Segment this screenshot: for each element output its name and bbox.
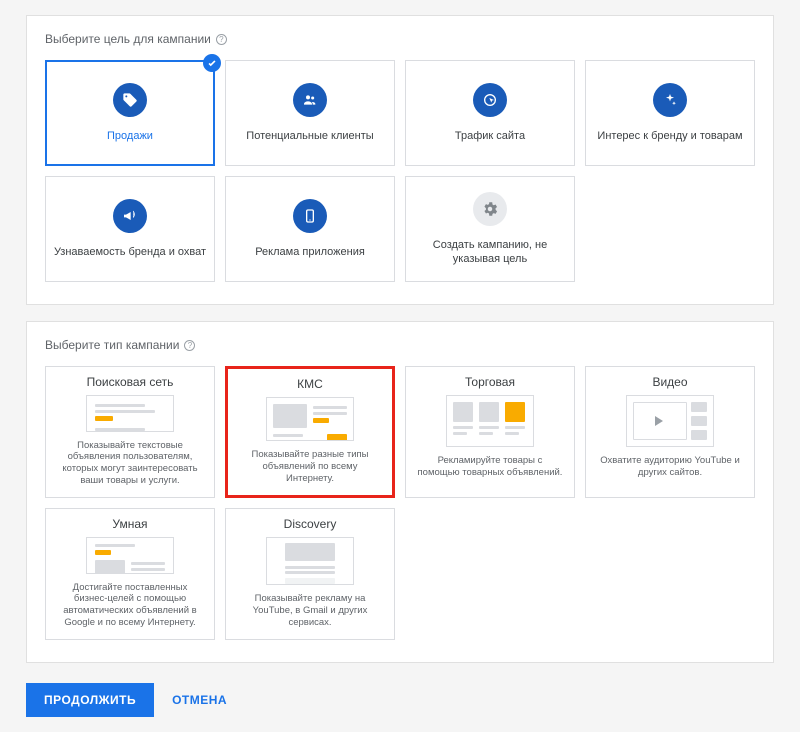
- help-icon[interactable]: ?: [184, 340, 195, 351]
- goal-label: Интерес к бренду и товарам: [597, 129, 742, 143]
- type-thumbnail: [86, 537, 174, 573]
- goal-card[interactable]: Продажи: [45, 60, 215, 166]
- goal-label: Создать кампанию, не указывая цель: [412, 238, 568, 267]
- types-title-text: Выберите тип кампании: [45, 338, 179, 352]
- megaphone-icon: [113, 199, 147, 233]
- type-title: Торговая: [465, 375, 515, 389]
- app-icon: [293, 199, 327, 233]
- gear-icon: [473, 192, 507, 226]
- campaign-type-card[interactable]: Умная Достигайте поставленных бизнес-целе…: [45, 508, 215, 640]
- cancel-button[interactable]: ОТМЕНА: [172, 693, 227, 707]
- type-title: Discovery: [284, 517, 337, 531]
- campaign-type-card[interactable]: Видео Охватите аудиторию YouTube и других…: [585, 366, 755, 498]
- type-thumbnail: [266, 537, 354, 585]
- type-thumbnail: [266, 397, 354, 441]
- goal-card[interactable]: Узнаваемость бренда и охват: [45, 176, 215, 282]
- goal-label: Продажи: [107, 129, 153, 143]
- type-thumbnail: [86, 395, 174, 431]
- goals-panel-title: Выберите цель для кампании ?: [45, 32, 755, 46]
- goal-label: Трафик сайта: [455, 129, 525, 143]
- type-title: Видео: [652, 375, 687, 389]
- people-icon: [293, 83, 327, 117]
- campaign-type-card[interactable]: Discovery Показывайте рекламу на YouTube,…: [225, 508, 395, 640]
- types-grid: Поисковая сеть Показывайте текстовые объя…: [45, 366, 755, 640]
- goal-card[interactable]: Потенциальные клиенты: [225, 60, 395, 166]
- type-description: Достигайте поставленных бизнес-целей с п…: [56, 582, 204, 630]
- goal-card[interactable]: Реклама приложения: [225, 176, 395, 282]
- footer: ПРОДОЛЖИТЬ ОТМЕНА: [26, 679, 774, 717]
- goal-card[interactable]: Создать кампанию, не указывая цель: [405, 176, 575, 282]
- type-description: Показывайте разные типы объявлений по вс…: [238, 449, 382, 485]
- campaign-type-card[interactable]: Поисковая сеть Показывайте текстовые объя…: [45, 366, 215, 498]
- types-panel: Выберите тип кампании ? Поисковая сетьПо…: [26, 321, 774, 663]
- help-icon[interactable]: ?: [216, 34, 227, 45]
- goal-label: Реклама приложения: [255, 245, 365, 259]
- campaign-type-card[interactable]: КМС Показывайте разные типы объявлений по…: [225, 366, 395, 498]
- goal-card[interactable]: Трафик сайта: [405, 60, 575, 166]
- goals-grid: Продажи Потенциальные клиенты Трафик сайта…: [45, 60, 755, 282]
- type-description: Показывайте текстовые объявления пользов…: [56, 440, 204, 488]
- cursor-icon: [473, 83, 507, 117]
- sparkle-icon: [653, 83, 687, 117]
- type-description: Показывайте рекламу на YouTube, в Gmail …: [236, 593, 384, 629]
- types-panel-title: Выберите тип кампании ?: [45, 338, 755, 352]
- goal-label: Потенциальные клиенты: [246, 129, 373, 143]
- goals-title-text: Выберите цель для кампании: [45, 32, 211, 46]
- campaign-type-card[interactable]: Торговая Рекламируйте товары с помощью то…: [405, 366, 575, 498]
- check-icon: [203, 54, 221, 72]
- goal-label: Узнаваемость бренда и охват: [54, 245, 206, 259]
- type-title: Поисковая сеть: [87, 375, 174, 389]
- goals-panel: Выберите цель для кампании ? Продажи Поте…: [26, 15, 774, 305]
- type-title: КМС: [297, 377, 323, 391]
- goal-card[interactable]: Интерес к бренду и товарам: [585, 60, 755, 166]
- type-thumbnail: [446, 395, 534, 447]
- type-description: Охватите аудиторию YouTube и других сайт…: [596, 455, 744, 479]
- continue-button[interactable]: ПРОДОЛЖИТЬ: [26, 683, 154, 717]
- tag-icon: [113, 83, 147, 117]
- type-thumbnail: [626, 395, 714, 447]
- type-description: Рекламируйте товары с помощью товарных о…: [416, 455, 564, 479]
- type-title: Умная: [112, 517, 147, 531]
